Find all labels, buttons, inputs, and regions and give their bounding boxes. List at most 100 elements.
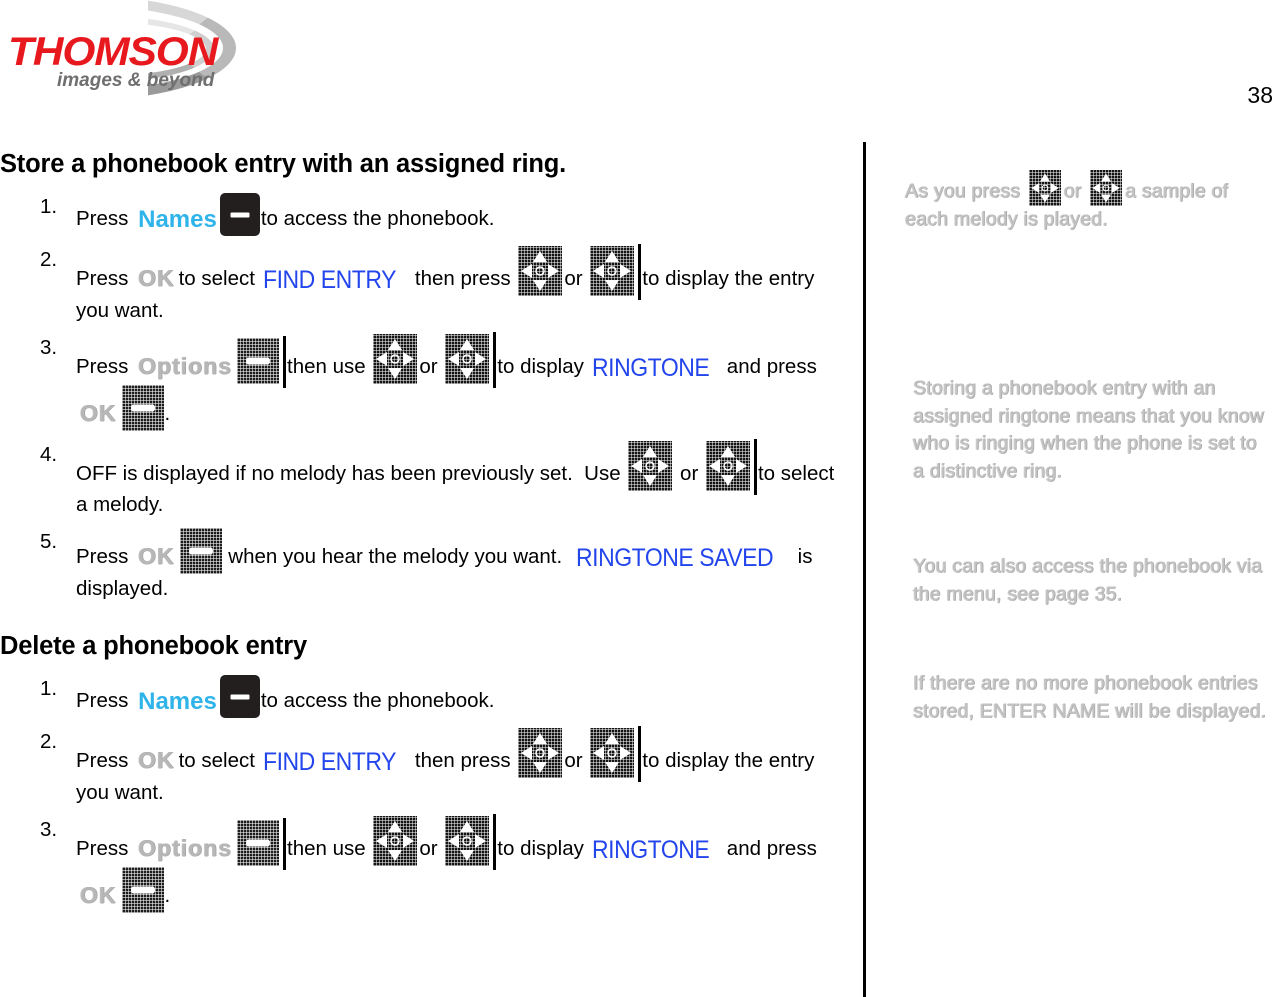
- lcd-label-ok: OK: [80, 400, 117, 427]
- lcd-display-text: RINGTONE SAVED: [575, 544, 774, 573]
- instruction-text: to select: [178, 749, 261, 773]
- step-body: Press Options then use or to display RING…: [76, 332, 840, 432]
- instruction-text: or: [419, 355, 444, 379]
- nav-key-4way-icon[interactable]: [1090, 170, 1123, 206]
- step-body: Press OK when you hear the melody you wa…: [76, 528, 840, 602]
- instruction-text: then press: [409, 749, 517, 773]
- lcd-display-text: FIND ENTRY: [262, 748, 396, 777]
- sidebar-note-enter-name: If there are no more phonebook entries s…: [913, 670, 1273, 725]
- lcd-label-ok: OK: [138, 265, 175, 291]
- instruction-text: or: [564, 749, 589, 773]
- nav-key-4way-icon[interactable]: [518, 246, 563, 296]
- instruction-text: Storing a phonebook entry with an assign…: [913, 377, 1270, 483]
- nav-key-4way-bar-icon[interactable]: [705, 439, 757, 496]
- instruction-text: when you hear the melody you want.: [222, 545, 574, 569]
- key-divider-bar: [283, 818, 286, 871]
- lcd-display-text: FIND ENTRY: [262, 266, 396, 294]
- instruction-text: You can also access the phonebook via th…: [913, 555, 1268, 605]
- lcd-display-text: RINGTONE: [591, 354, 710, 383]
- step-number: 1.: [40, 677, 58, 701]
- dither-key-icon[interactable]: [179, 528, 222, 575]
- lcd-label-options: Options: [138, 353, 232, 380]
- sidebar-note-menu-access: You can also access the phonebook via th…: [913, 553, 1283, 608]
- step-number: 1.: [40, 195, 58, 218]
- instruction-text: to access the phonebook.: [260, 207, 495, 230]
- nav-key-4way-bar-icon[interactable]: [590, 244, 642, 300]
- step-item: 2. Press OK to select FIND ENTRY then pres…: [0, 726, 840, 806]
- instruction-text: .: [164, 884, 171, 908]
- instruction-text: or: [419, 837, 444, 861]
- nav-key-4way-icon[interactable]: [628, 441, 673, 492]
- lcd-label-options: Options: [138, 835, 232, 862]
- nav-key-4way-icon[interactable]: [518, 728, 563, 779]
- instruction-text: Press: [76, 355, 135, 379]
- instruction-text: OFF is displayed if no melody has been p…: [76, 462, 627, 486]
- step-body: Press Options then use or to display RING…: [76, 814, 840, 914]
- nav-key-4way-bar-icon[interactable]: [590, 726, 642, 783]
- step-item: 5. Press OK when you hear the melody you …: [0, 528, 840, 602]
- lcd-label-ok: OK: [138, 747, 175, 774]
- soft-key-dash-icon[interactable]: [219, 193, 260, 236]
- instruction-text: Press: [76, 207, 135, 230]
- instruction-text: to select: [178, 267, 261, 290]
- thomson-logo: THOMSON images & beyond: [0, 0, 260, 110]
- sidebar-note-sample-melody: As you press or a sample of each melody …: [905, 170, 1275, 234]
- softkey-label-names: Names: [138, 688, 217, 716]
- instruction-text: to display: [497, 355, 590, 379]
- softkey-label-names: Names: [138, 206, 217, 233]
- instruction-text: to access the phonebook.: [260, 689, 495, 713]
- step-number: 3.: [40, 336, 58, 360]
- key-divider-bar: [283, 336, 286, 389]
- logo-tagline: images & beyond: [57, 70, 215, 91]
- step-body: Press OK to select FIND ENTRY then press …: [76, 726, 840, 806]
- instruction-text: Press: [76, 749, 135, 773]
- step-item: 2. Press OK to select FIND ENTRY then pres…: [0, 244, 840, 324]
- step-number: 5.: [40, 530, 58, 554]
- step-number: 3.: [40, 818, 58, 842]
- instruction-text: Press: [76, 267, 135, 290]
- page-number: 38: [1247, 82, 1273, 108]
- soft-key-dash-icon[interactable]: [219, 675, 260, 719]
- lcd-label-ok: OK: [138, 543, 175, 570]
- nav-key-4way-bar-icon[interactable]: [445, 814, 497, 871]
- dither-key-bar-icon[interactable]: [237, 336, 286, 389]
- step-item: 1. Press Names to access the phonebook.: [0, 193, 840, 236]
- instruction-text: and press: [721, 837, 823, 861]
- section-heading-store: Store a phonebook entry with an assigned…: [0, 150, 567, 178]
- nav-key-4way-icon[interactable]: [373, 816, 418, 867]
- dither-key-icon[interactable]: [121, 867, 164, 914]
- dither-key-icon[interactable]: [121, 385, 164, 432]
- instruction-text: and press: [721, 355, 823, 379]
- logo-wordmark: THOMSON: [8, 30, 218, 74]
- nav-key-4way-icon[interactable]: [373, 334, 418, 385]
- instruction-text: or: [564, 267, 589, 290]
- step-body: Press Names to access the phonebook.: [76, 675, 840, 719]
- sidebar-note-assigned-ringtone: Storing a phonebook entry with an assign…: [913, 375, 1273, 486]
- step-body: Press Names to access the phonebook.: [76, 193, 840, 236]
- main-content-column: Store a phonebook entry with an assigned…: [0, 150, 840, 923]
- step-number: 2.: [40, 248, 58, 271]
- instruction-text: If there are no more phonebook entries s…: [913, 672, 1267, 722]
- instruction-text: .: [164, 402, 171, 426]
- instruction-text: to display: [497, 837, 590, 861]
- lcd-label-ok: OK: [80, 882, 117, 909]
- steps-list-delete: 1. Press Names to access the phonebook. 2. P…: [0, 675, 840, 914]
- instruction-text: Press: [76, 837, 135, 861]
- step-item: 3. Press Options then use or to display RI…: [0, 332, 840, 432]
- instruction-text: As you press: [905, 180, 1026, 202]
- step-item: 3. Press Options then use or to display RI…: [0, 814, 840, 914]
- instruction-text: then use: [287, 837, 372, 861]
- step-body: OFF is displayed if no melody has been p…: [76, 439, 840, 518]
- nav-key-4way-icon[interactable]: [1028, 170, 1061, 206]
- step-item: 4. OFF is displayed if no melody has been…: [0, 439, 840, 518]
- dither-key-bar-icon[interactable]: [237, 818, 286, 871]
- section-heading-delete: Delete a phonebook entry: [0, 632, 307, 661]
- step-number: 2.: [40, 730, 58, 754]
- nav-key-4way-bar-icon[interactable]: [445, 332, 497, 389]
- step-body: Press OK to select FIND ENTRY then press …: [76, 244, 840, 324]
- column-divider: [863, 142, 866, 997]
- instruction-text: or: [674, 462, 704, 486]
- instruction-text: then use: [287, 355, 372, 379]
- step-number: 4.: [40, 443, 58, 467]
- instruction-text: then press: [409, 267, 517, 290]
